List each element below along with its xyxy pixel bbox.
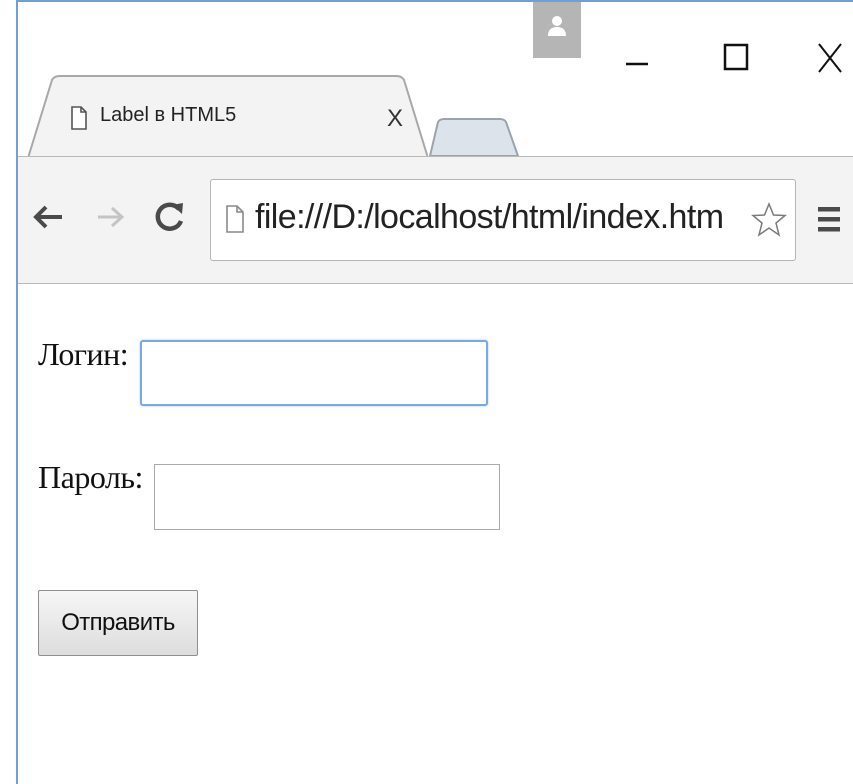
url-text: file:///D:/localhost/html/index.htm xyxy=(255,198,724,236)
submit-button[interactable]: Отправить xyxy=(38,590,198,656)
maximize-icon xyxy=(723,43,749,71)
back-arrow-icon xyxy=(33,205,62,229)
star-icon[interactable] xyxy=(751,202,787,238)
browser-window: Label в HTML5 X file:///D:/localhost/htm… xyxy=(16,0,853,784)
page-icon xyxy=(71,106,87,130)
address-bar[interactable]: file:///D:/localhost/html/index.htm xyxy=(210,179,796,261)
page-icon xyxy=(226,205,244,233)
browser-toolbar: file:///D:/localhost/html/index.htm xyxy=(18,156,853,284)
login-input[interactable] xyxy=(140,340,488,406)
reload-icon xyxy=(155,202,184,231)
tab-title: Label в HTML5 xyxy=(100,104,237,126)
maximize-button[interactable] xyxy=(708,26,768,86)
title-bar: Label в HTML5 X xyxy=(18,2,853,162)
password-label: Пароль: xyxy=(38,459,143,495)
new-tab-button[interactable] xyxy=(428,118,522,158)
minimize-icon xyxy=(626,62,648,66)
reload-button[interactable] xyxy=(150,197,190,237)
minimize-button[interactable] xyxy=(608,26,668,86)
hamburger-menu-icon xyxy=(818,207,840,232)
user-button[interactable] xyxy=(533,2,581,58)
back-button[interactable] xyxy=(30,197,70,237)
close-icon xyxy=(818,43,842,73)
menu-button[interactable] xyxy=(814,201,844,241)
tab-active[interactable]: Label в HTML5 X xyxy=(28,74,428,160)
user-icon xyxy=(548,16,566,36)
forward-arrow-icon xyxy=(98,206,125,228)
page-content: Логин: Пароль: Отправить xyxy=(18,284,853,784)
password-input[interactable] xyxy=(154,464,500,530)
window-close-button[interactable] xyxy=(803,26,853,86)
tab-close-button[interactable]: X xyxy=(380,104,410,134)
forward-button[interactable] xyxy=(90,197,130,237)
login-label: Логин: xyxy=(38,336,129,372)
